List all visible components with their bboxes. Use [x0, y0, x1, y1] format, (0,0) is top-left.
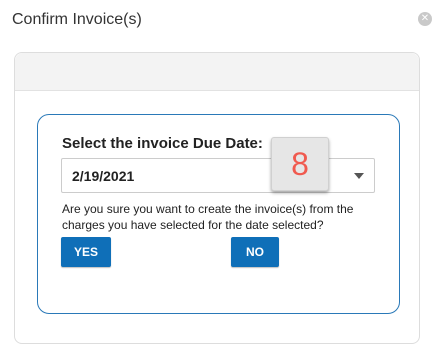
chevron-down-icon[interactable]	[354, 173, 364, 179]
no-button[interactable]: NO	[231, 237, 279, 267]
due-date-label: Select the invoice Due Date:	[62, 135, 263, 152]
confirm-message: Are you sure you want to create the invo…	[62, 202, 354, 232]
yes-button[interactable]: YES	[61, 237, 111, 267]
due-date-value: 2/19/2021	[72, 168, 135, 184]
close-icon[interactable]: ✕	[418, 12, 432, 26]
confirm-invoice-dialog: Confirm Invoice(s) ✕ Select the invoice …	[0, 0, 437, 344]
invoice-form-box: Select the invoice Due Date: 2/19/2021 8…	[37, 114, 400, 314]
panel-header	[15, 53, 419, 91]
count-badge: 8	[271, 137, 329, 191]
dialog-title: Confirm Invoice(s)	[12, 11, 142, 28]
